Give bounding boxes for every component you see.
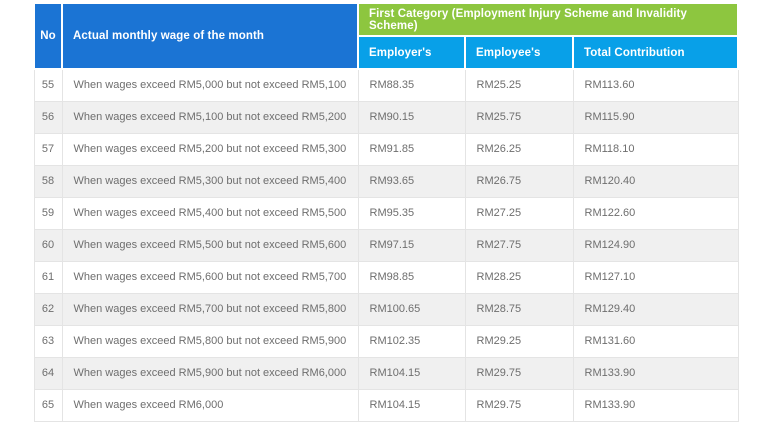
table-row: 61 When wages exceed RM5,600 but not exc… <box>34 261 738 293</box>
total-contribution-cell: RM113.60 <box>573 69 738 101</box>
table-row: 64 When wages exceed RM5,900 but not exc… <box>34 357 738 389</box>
employer-contribution-cell: RM104.15 <box>358 389 465 421</box>
employer-contribution-cell: RM104.15 <box>358 357 465 389</box>
column-header-total: Total Contribution <box>573 36 738 69</box>
column-header-no: No <box>34 3 62 69</box>
wage-range-cell: When wages exceed RM5,000 but not exceed… <box>62 69 358 101</box>
column-header-employer: Employer's <box>358 36 465 69</box>
column-header-category: First Category (Employment Injury Scheme… <box>358 3 738 36</box>
employee-contribution-cell: RM28.25 <box>465 261 573 293</box>
employer-contribution-cell: RM88.35 <box>358 69 465 101</box>
table-row: 59 When wages exceed RM5,400 but not exc… <box>34 197 738 229</box>
table-header: No Actual monthly wage of the month Firs… <box>34 3 738 69</box>
row-number-cell: 55 <box>34 69 62 101</box>
employer-contribution-cell: RM90.15 <box>358 101 465 133</box>
employer-contribution-cell: RM98.85 <box>358 261 465 293</box>
table-row: 57 When wages exceed RM5,200 but not exc… <box>34 133 738 165</box>
row-number-cell: 63 <box>34 325 62 357</box>
wage-range-cell: When wages exceed RM5,300 but not exceed… <box>62 165 358 197</box>
contribution-rate-table: No Actual monthly wage of the month Firs… <box>33 2 739 422</box>
wage-range-cell: When wages exceed RM5,500 but not exceed… <box>62 229 358 261</box>
employee-contribution-cell: RM26.25 <box>465 133 573 165</box>
employer-contribution-cell: RM95.35 <box>358 197 465 229</box>
employer-contribution-cell: RM91.85 <box>358 133 465 165</box>
total-contribution-cell: RM122.60 <box>573 197 738 229</box>
table-row: 55 When wages exceed RM5,000 but not exc… <box>34 69 738 101</box>
employer-contribution-cell: RM97.15 <box>358 229 465 261</box>
total-contribution-cell: RM133.90 <box>573 389 738 421</box>
employee-contribution-cell: RM28.75 <box>465 293 573 325</box>
total-contribution-cell: RM115.90 <box>573 101 738 133</box>
column-header-employee: Employee's <box>465 36 573 69</box>
row-number-cell: 56 <box>34 101 62 133</box>
employee-contribution-cell: RM29.25 <box>465 325 573 357</box>
employee-contribution-cell: RM27.75 <box>465 229 573 261</box>
total-contribution-cell: RM127.10 <box>573 261 738 293</box>
wage-range-cell: When wages exceed RM5,800 but not exceed… <box>62 325 358 357</box>
total-contribution-cell: RM118.10 <box>573 133 738 165</box>
total-contribution-cell: RM129.40 <box>573 293 738 325</box>
employee-contribution-cell: RM29.75 <box>465 389 573 421</box>
row-number-cell: 65 <box>34 389 62 421</box>
wage-range-cell: When wages exceed RM5,600 but not exceed… <box>62 261 358 293</box>
employee-contribution-cell: RM27.25 <box>465 197 573 229</box>
table-row: 63 When wages exceed RM5,800 but not exc… <box>34 325 738 357</box>
table-row: 65 When wages exceed RM6,000 RM104.15 RM… <box>34 389 738 421</box>
wage-range-cell: When wages exceed RM5,900 but not exceed… <box>62 357 358 389</box>
total-contribution-cell: RM131.60 <box>573 325 738 357</box>
contribution-table-container: No Actual monthly wage of the month Firs… <box>33 2 737 422</box>
row-number-cell: 62 <box>34 293 62 325</box>
employer-contribution-cell: RM93.65 <box>358 165 465 197</box>
row-number-cell: 64 <box>34 357 62 389</box>
employee-contribution-cell: RM29.75 <box>465 357 573 389</box>
wage-range-cell: When wages exceed RM5,400 but not exceed… <box>62 197 358 229</box>
table-row: 60 When wages exceed RM5,500 but not exc… <box>34 229 738 261</box>
total-contribution-cell: RM120.40 <box>573 165 738 197</box>
wage-range-cell: When wages exceed RM6,000 <box>62 389 358 421</box>
table-row: 62 When wages exceed RM5,700 but not exc… <box>34 293 738 325</box>
wage-range-cell: When wages exceed RM5,200 but not exceed… <box>62 133 358 165</box>
table-row: 56 When wages exceed RM5,100 but not exc… <box>34 101 738 133</box>
row-number-cell: 57 <box>34 133 62 165</box>
employee-contribution-cell: RM25.25 <box>465 69 573 101</box>
row-number-cell: 58 <box>34 165 62 197</box>
wage-range-cell: When wages exceed RM5,100 but not exceed… <box>62 101 358 133</box>
total-contribution-cell: RM124.90 <box>573 229 738 261</box>
row-number-cell: 59 <box>34 197 62 229</box>
employee-contribution-cell: RM25.75 <box>465 101 573 133</box>
employer-contribution-cell: RM100.65 <box>358 293 465 325</box>
column-header-wage: Actual monthly wage of the month <box>62 3 358 69</box>
total-contribution-cell: RM133.90 <box>573 357 738 389</box>
wage-range-cell: When wages exceed RM5,700 but not exceed… <box>62 293 358 325</box>
row-number-cell: 60 <box>34 229 62 261</box>
table-row: 58 When wages exceed RM5,300 but not exc… <box>34 165 738 197</box>
header-row-category: No Actual monthly wage of the month Firs… <box>34 3 738 36</box>
employer-contribution-cell: RM102.35 <box>358 325 465 357</box>
table-body: 55 When wages exceed RM5,000 but not exc… <box>34 69 738 421</box>
row-number-cell: 61 <box>34 261 62 293</box>
employee-contribution-cell: RM26.75 <box>465 165 573 197</box>
